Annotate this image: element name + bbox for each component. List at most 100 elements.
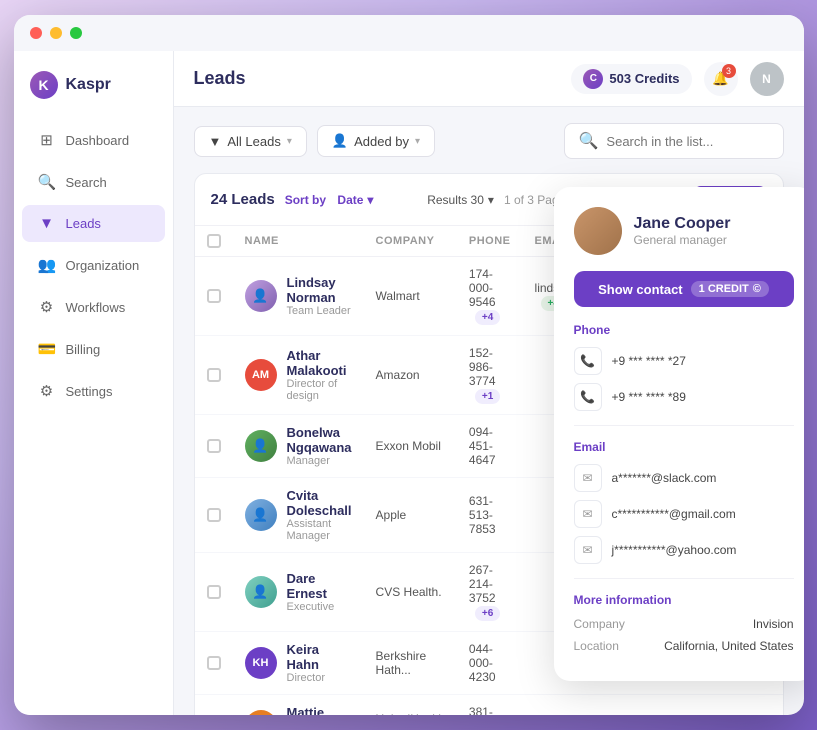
logo-text: Kaspr — [66, 76, 111, 94]
phone-section-label: Phone — [574, 323, 794, 337]
user-avatar[interactable]: N — [750, 62, 784, 96]
title-bar — [14, 15, 804, 51]
person-role: Director of design — [287, 378, 352, 402]
phone-extra-badge: +1 — [475, 389, 500, 404]
leads-count: 24 Leads — [211, 191, 275, 208]
search-box: 🔍 — [564, 123, 784, 159]
sidebar-item-workflows[interactable]: ⚙ Workflows — [22, 288, 165, 326]
email-item-3: ✉ j***********@yahoo.com — [574, 536, 794, 564]
all-leads-filter[interactable]: ▼ All Leads ▾ — [194, 126, 307, 157]
credit-tag: 1 CREDIT © — [691, 281, 769, 297]
sidebar-item-leads[interactable]: ▼ Leads — [22, 205, 165, 242]
col-name: NAME — [233, 226, 364, 257]
sidebar-item-billing[interactable]: 💳 Billing — [22, 330, 165, 368]
col-phone: PHONE — [457, 226, 523, 257]
dashboard-icon: ⊞ — [38, 131, 56, 149]
sidebar-item-settings[interactable]: ⚙ Settings — [22, 372, 165, 410]
person-cell: 👤 Lindsay Norman Team Leader — [245, 275, 352, 317]
person-name: Athar Malakooti — [287, 348, 352, 378]
chevron-down-icon2: ▾ — [415, 136, 420, 147]
credits-badge[interactable]: C 503 Credits — [571, 64, 691, 94]
sort-field: Date — [337, 193, 363, 207]
filter-icon: ▼ — [209, 134, 222, 149]
email-item-2: ✉ c***********@gmail.com — [574, 500, 794, 528]
person-cell: KH Keira Hahn Director — [245, 642, 352, 684]
credit-amount: 1 CREDIT — [699, 283, 749, 295]
company-key: Company — [574, 617, 625, 631]
logo-icon: K — [30, 71, 58, 99]
row-checkbox[interactable] — [207, 508, 221, 522]
location-value: California, United States — [664, 639, 793, 653]
nav-right: C 503 Credits 🔔 3 N — [571, 62, 783, 96]
person-icon: 👤 — [332, 133, 348, 149]
location-key: Location — [574, 639, 619, 653]
divider-2 — [574, 578, 794, 579]
list-cell: Sales — [757, 695, 783, 716]
maximize-dot[interactable] — [70, 27, 82, 39]
contact-popup: Jane Cooper General manager Show contact… — [554, 187, 804, 681]
results-dropdown[interactable]: Results 30 ▾ — [427, 193, 494, 207]
divider-1 — [574, 425, 794, 426]
email-icon-1: ✉ — [574, 464, 602, 492]
phone-extra-badge: +4 — [475, 310, 500, 325]
phone-value-2: +9 *** **** *89 — [612, 390, 686, 404]
page-content: ▼ All Leads ▾ 👤 Added by ▾ 🔍 — [174, 107, 804, 715]
email-icon-2: ✉ — [574, 500, 602, 528]
app-body: K Kaspr ⊞ Dashboard 🔍 Search ▼ Leads 👥 O… — [14, 51, 804, 715]
popup-person-info: Jane Cooper General manager — [634, 215, 731, 247]
phone-cell: 044-000-4230 — [457, 632, 523, 695]
phone-cell: 381-178-2619 — [457, 695, 523, 716]
notification-button[interactable]: 🔔 3 — [704, 62, 738, 96]
sort-button[interactable]: Sort by Date ▾ — [285, 193, 374, 207]
phone-value-1: +9 *** **** *27 — [612, 354, 686, 368]
added-by-label: Added by — [354, 134, 409, 149]
table-row[interactable]: MB Mattie Blooman Coordinator UnitedHeal… — [195, 695, 784, 716]
person-role: Manager — [287, 455, 352, 467]
email-icon-3: ✉ — [574, 536, 602, 564]
sidebar-item-organization[interactable]: 👥 Organization — [22, 246, 165, 284]
sidebar-item-search[interactable]: 🔍 Search — [22, 163, 165, 201]
filter-label: All Leads — [227, 134, 280, 149]
close-dot[interactable] — [30, 27, 42, 39]
credits-coin-icon: © — [753, 283, 761, 295]
email-cell — [523, 695, 665, 716]
select-all-checkbox[interactable] — [207, 234, 221, 248]
phone-icon-2: 📞 — [574, 383, 602, 411]
company-cell: Berkshire Hath... — [364, 632, 457, 695]
search-input[interactable] — [606, 134, 768, 149]
person-name: Dare Ernest — [287, 571, 352, 601]
phone-cell: 152-986-3774+1 — [457, 336, 523, 415]
row-checkbox[interactable] — [207, 289, 221, 303]
company-cell: Amazon — [364, 336, 457, 415]
row-checkbox[interactable] — [207, 439, 221, 453]
billing-icon: 💳 — [38, 340, 56, 358]
added-by-filter[interactable]: 👤 Added by ▾ — [317, 125, 435, 157]
logo: K Kaspr — [14, 63, 173, 119]
person-name: Cvita Doleschall — [287, 488, 352, 518]
app-window: K Kaspr ⊞ Dashboard 🔍 Search ▼ Leads 👥 O… — [14, 15, 804, 715]
row-checkbox[interactable] — [207, 656, 221, 670]
show-contact-label: Show contact — [598, 282, 683, 297]
person-cell: MB Mattie Blooman Coordinator — [245, 705, 352, 715]
email-value-1: a*******@slack.com — [612, 471, 717, 485]
results-chevron-icon: ▾ — [488, 193, 494, 207]
show-contact-button[interactable]: Show contact 1 CREDIT © — [574, 271, 794, 307]
person-role: Director — [287, 672, 352, 684]
company-cell: CVS Health. — [364, 553, 457, 632]
row-checkbox[interactable] — [207, 585, 221, 599]
info-row-location: Location California, United States — [574, 639, 794, 653]
top-nav: Leads C 503 Credits 🔔 3 N — [174, 51, 804, 107]
search-nav-icon: 🔍 — [38, 173, 56, 191]
sidebar-label-org: Organization — [66, 258, 140, 273]
phone-cell: 094-451-4647 — [457, 415, 523, 478]
sidebar-item-dashboard[interactable]: ⊞ Dashboard — [22, 121, 165, 159]
person-name: Keira Hahn — [287, 642, 352, 672]
sidebar-label-dashboard: Dashboard — [66, 133, 130, 148]
credits-amount: 503 Credits — [609, 71, 679, 86]
popup-avatar — [574, 207, 622, 255]
phone-extra-badge: +6 — [475, 606, 500, 621]
leads-icon: ▼ — [38, 215, 56, 232]
minimize-dot[interactable] — [50, 27, 62, 39]
row-checkbox[interactable] — [207, 368, 221, 382]
org-icon: 👥 — [38, 256, 56, 274]
